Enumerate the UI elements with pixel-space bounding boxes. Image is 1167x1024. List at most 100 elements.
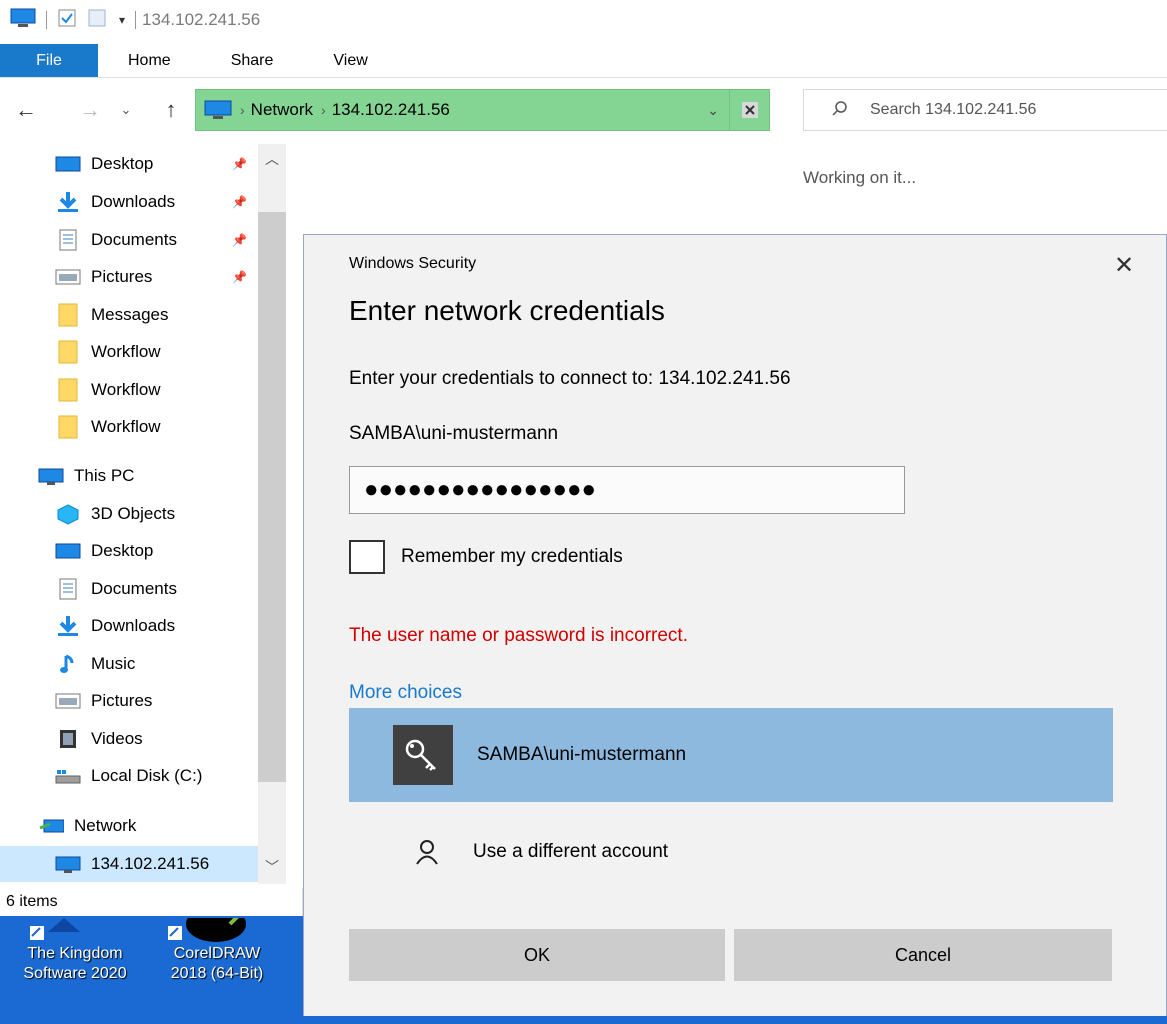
scrollbar-thumb[interactable] (258, 212, 286, 782)
search-placeholder: Search 134.102.241.56 (870, 101, 1037, 118)
ribbon-tabs: File Home Share View (0, 44, 1167, 78)
forward-arrow-icon[interactable]: → (74, 84, 106, 136)
sidebar-item-label: Music (91, 654, 136, 673)
desktop-shortcut-kingdom[interactable]: The Kingdom Software 2020 (0, 918, 150, 984)
sidebar-item-workflow[interactable]: Workflow (0, 334, 161, 370)
desktop-shortcut-coreldraw[interactable]: CorelDRAW 2018 (64-Bit) (142, 918, 292, 984)
desktop-background: The Kingdom Software 2020 CorelDRAW 2018… (0, 916, 303, 1024)
tab-file[interactable]: File (0, 44, 98, 77)
address-bar[interactable]: › Network › 134.102.241.56 ⌄ (195, 89, 770, 131)
sidebar-item-videos[interactable]: Videos (0, 721, 143, 757)
sidebar-item-local-disk[interactable]: Local Disk (C:) (0, 758, 202, 794)
desktop-shortcut-label: The Kingdom (27, 945, 123, 962)
folder-icon (55, 303, 81, 327)
desktop-shortcut-label: Software 2020 (23, 965, 127, 982)
new-folder-icon[interactable] (87, 8, 109, 33)
sidebar-item-documents[interactable]: Documents 📌 (0, 222, 247, 258)
password-input[interactable]: ●●●●●●●●●●●●●●●● (349, 466, 905, 514)
properties-icon[interactable] (57, 8, 77, 33)
folder-icon (55, 415, 81, 439)
close-icon[interactable] (729, 90, 769, 130)
sidebar-item-documents[interactable]: Documents (0, 571, 177, 607)
remember-credentials-checkbox[interactable]: Remember my credentials (349, 540, 623, 574)
close-icon[interactable]: ✕ (1104, 247, 1144, 283)
documents-icon (55, 229, 81, 251)
credential-option-samba[interactable]: SAMBA\uni-mustermann (349, 708, 1113, 802)
windows-security-dialog: Windows Security ✕ Enter network credent… (303, 234, 1167, 1024)
breadcrumb-host[interactable]: 134.102.241.56 (332, 100, 450, 120)
sidebar-item-pictures[interactable]: Pictures (0, 683, 152, 719)
cancel-button[interactable]: Cancel (734, 929, 1112, 981)
ok-button[interactable]: OK (349, 929, 725, 981)
dialog-subtitle: Enter your credentials to connect to: 13… (349, 368, 791, 389)
navigation-pane: Desktop 📌 Downloads 📌 Documents 📌 Pictur… (0, 140, 290, 888)
sidebar-item-label: Desktop (91, 154, 154, 173)
sidebar-item-network[interactable]: Network (0, 808, 136, 844)
sidebar-item-label: Desktop (91, 541, 154, 560)
scroll-up-icon[interactable]: ︿ (258, 144, 286, 174)
quick-access-toolbar: ▾ (0, 8, 137, 33)
checkbox-box[interactable] (349, 540, 385, 574)
sidebar-item-workflow[interactable]: Workflow (0, 372, 161, 408)
up-arrow-icon[interactable]: ↑ (156, 84, 186, 136)
sidebar-item-label: Pictures (91, 267, 153, 286)
tab-home[interactable]: Home (98, 44, 201, 77)
sidebar-item-network-host[interactable]: 134.102.241.56 (0, 846, 258, 882)
pc-icon (38, 465, 64, 487)
sidebar-item-this-pc[interactable]: This PC (0, 458, 134, 494)
pictures-icon (55, 266, 81, 288)
address-dropdown-icon[interactable]: ⌄ (707, 90, 719, 130)
sidebar-item-desktop[interactable]: Desktop 📌 (0, 146, 247, 182)
use-different-account-option[interactable]: Use a different account (349, 825, 1113, 879)
back-arrow-icon[interactable]: ← (10, 84, 42, 136)
breadcrumb-chevron-icon[interactable]: › (240, 102, 245, 118)
sidebar-item-workflow[interactable]: Workflow (0, 409, 161, 445)
sidebar-item-downloads[interactable]: Downloads 📌 (0, 184, 247, 220)
folder-icon (55, 378, 81, 402)
sidebar-item-pictures[interactable]: Pictures 📌 (0, 259, 247, 295)
recent-locations-chevron-icon[interactable]: ⌄ (114, 84, 138, 136)
search-box[interactable]: Search 134.102.241.56 (803, 89, 1167, 131)
breadcrumb-network[interactable]: Network (251, 100, 313, 120)
customize-arrow-icon[interactable]: ▾ (119, 13, 125, 27)
breadcrumb-chevron-icon[interactable]: › (321, 102, 326, 118)
pin-icon[interactable]: 📌 (232, 157, 247, 171)
scroll-down-icon[interactable]: ﹀ (258, 852, 286, 882)
desktop-shortcut-label: 2018 (64-Bit) (170, 965, 264, 982)
sidebar-item-downloads[interactable]: Downloads (0, 608, 175, 644)
sidebar-item-label: Videos (91, 729, 143, 748)
sidebar-item-music[interactable]: Music (0, 646, 135, 682)
tab-view[interactable]: View (303, 44, 397, 77)
sidebar-item-label: Messages (91, 305, 169, 324)
sidebar-item-label: This PC (74, 466, 135, 485)
sidebar-item-label: Documents (91, 579, 177, 598)
pin-icon[interactable]: 📌 (232, 195, 247, 209)
status-bar: 6 items (0, 888, 303, 916)
pc-icon[interactable] (10, 8, 36, 33)
music-icon (55, 653, 81, 675)
sidebar-item-3d-objects[interactable]: 3D Objects (0, 496, 175, 532)
download-icon (55, 191, 81, 213)
folder-icon (55, 340, 81, 364)
sidebar-item-desktop[interactable]: Desktop (0, 533, 153, 569)
pc-icon (204, 100, 232, 120)
dialog-title: Windows Security (349, 255, 477, 272)
tab-share[interactable]: Share (201, 44, 304, 77)
pin-icon[interactable]: 📌 (232, 233, 247, 247)
documents-icon (55, 578, 81, 600)
3d-objects-icon (55, 503, 81, 525)
sidebar-item-label: 134.102.241.56 (91, 854, 210, 873)
more-choices-link[interactable]: More choices (349, 682, 462, 704)
network-icon (38, 815, 64, 837)
sidebar-item-label: Downloads (91, 616, 176, 635)
sidebar-item-label: Local Disk (C:) (91, 766, 203, 785)
sidebar-item-label: Documents (91, 230, 177, 249)
sidebar-item-messages[interactable]: Messages (0, 297, 168, 333)
sidebar-item-label: Workflow (91, 342, 161, 361)
pin-icon[interactable]: 📌 (232, 270, 247, 284)
different-account-label: Use a different account (473, 841, 669, 862)
key-icon (393, 725, 453, 785)
window-title: 134.102.241.56 (142, 10, 261, 29)
error-message: The user name or password is incorrect. (349, 625, 688, 646)
taskbar-edge (303, 1016, 1167, 1024)
